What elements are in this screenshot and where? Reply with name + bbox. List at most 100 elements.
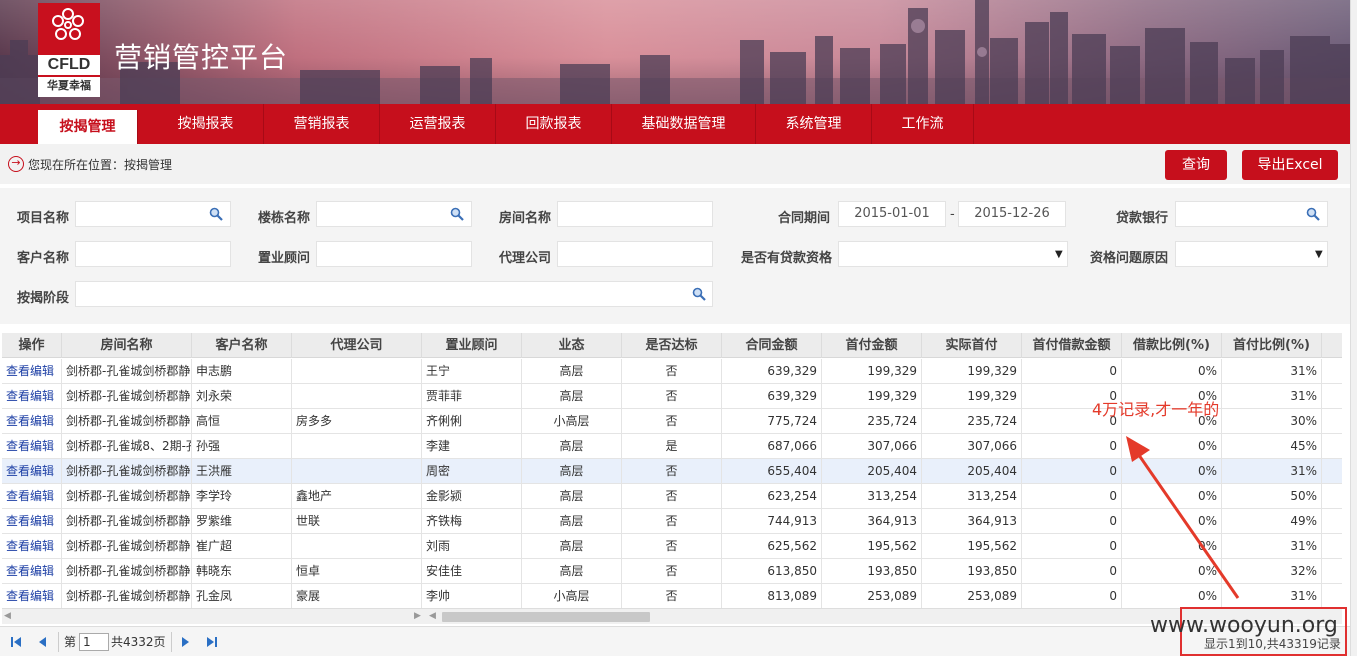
nav-item-workflow[interactable]: 工作流: [872, 104, 974, 144]
loan-qualified-select[interactable]: [838, 241, 1068, 267]
agency-field[interactable]: [557, 241, 713, 267]
search-icon[interactable]: [450, 207, 464, 221]
edit-link[interactable]: 编辑: [30, 439, 54, 453]
nav-item-mortgage-report[interactable]: 按揭报表: [148, 104, 264, 144]
annotation-text: 4万记录,才一年的: [1092, 400, 1220, 419]
column-header[interactable]: 房间名称: [62, 333, 192, 358]
view-link[interactable]: 查看: [6, 514, 30, 528]
table-cell: 高层: [522, 434, 622, 459]
search-icon[interactable]: [209, 207, 223, 221]
scrollbar-thumb[interactable]: [442, 612, 650, 622]
column-header[interactable]: 合同金额: [722, 333, 822, 358]
view-link[interactable]: 查看: [6, 489, 30, 503]
column-header[interactable]: 代理公司: [292, 333, 422, 358]
logo-text-en: CFLD: [38, 55, 100, 75]
consultant-field[interactable]: [316, 241, 472, 267]
project-name-field[interactable]: [75, 201, 231, 227]
edit-link[interactable]: 编辑: [30, 389, 54, 403]
column-header[interactable]: 首付借款金额: [1022, 333, 1122, 358]
next-page-icon[interactable]: [180, 636, 192, 648]
scroll-left-arrow-icon[interactable]: ◀: [429, 611, 436, 621]
column-header[interactable]: 首付金额: [822, 333, 922, 358]
table-cell: 高层: [522, 384, 622, 409]
table-cell: 剑桥郡-孔雀城剑桥郡静: [62, 559, 192, 584]
table-cell: 贾菲菲: [422, 384, 522, 409]
view-link[interactable]: 查看: [6, 364, 30, 378]
column-header[interactable]: 业态: [522, 333, 622, 358]
nav-item-basic-data[interactable]: 基础数据管理: [612, 104, 756, 144]
building-name-field[interactable]: [316, 201, 472, 227]
table-cell: 313,254: [822, 484, 922, 509]
table-cell: 195,562: [822, 534, 922, 559]
column-header[interactable]: 首付比例(%): [1222, 333, 1322, 358]
table-cell: 否: [622, 534, 722, 559]
mortgage-stage-field[interactable]: [75, 281, 713, 307]
column-header[interactable]: 实际首付: [922, 333, 1022, 358]
table-cell: 0: [1022, 534, 1122, 559]
edit-link[interactable]: 编辑: [30, 414, 54, 428]
contract-date-from-field[interactable]: 2015-01-01: [838, 201, 946, 227]
room-name-label: 房间名称: [499, 211, 552, 226]
table-cell: 31%: [1222, 359, 1322, 384]
customer-name-field[interactable]: [75, 241, 231, 267]
table-cell: 744,913: [722, 509, 822, 534]
qualification-reason-select[interactable]: [1175, 241, 1328, 267]
room-name-field[interactable]: [557, 201, 713, 227]
table-cell: 199,329: [822, 359, 922, 384]
table-cell: 0: [1022, 359, 1122, 384]
horizontal-scrollbar[interactable]: ◀ ▶ ◀: [2, 608, 1342, 624]
table-cell: 高层: [522, 359, 622, 384]
table-cell: 0: [1022, 509, 1122, 534]
nav-item-operations-report[interactable]: 运营报表: [380, 104, 496, 144]
scroll-right-arrow-icon[interactable]: ▶: [414, 611, 421, 621]
table-cell: [292, 434, 422, 459]
first-page-icon[interactable]: [10, 636, 22, 648]
edit-link[interactable]: 编辑: [30, 539, 54, 553]
edit-link[interactable]: 编辑: [30, 364, 54, 378]
table-cell: 0%: [1122, 359, 1222, 384]
column-header[interactable]: 操作: [2, 333, 62, 358]
table-cell: 205,404: [922, 459, 1022, 484]
view-link[interactable]: 查看: [6, 439, 30, 453]
table-cell: 623,254: [722, 484, 822, 509]
divider: [58, 632, 59, 652]
table-cell: 高层: [522, 484, 622, 509]
nav-item-collection-report[interactable]: 回款报表: [496, 104, 612, 144]
view-link[interactable]: 查看: [6, 389, 30, 403]
table-cell: 高层: [522, 459, 622, 484]
view-link[interactable]: 查看: [6, 539, 30, 553]
view-link[interactable]: 查看: [6, 589, 30, 603]
edit-link[interactable]: 编辑: [30, 464, 54, 478]
export-excel-button[interactable]: 导出Excel: [1242, 150, 1338, 180]
column-header[interactable]: 是否达标: [622, 333, 722, 358]
edit-link[interactable]: 编辑: [30, 564, 54, 578]
table-cell: 世联: [292, 509, 422, 534]
total-pages-text: 共4332页: [111, 635, 166, 649]
view-link[interactable]: 查看: [6, 464, 30, 478]
scroll-left-arrow-icon[interactable]: ◀: [4, 611, 11, 621]
cfld-logo: CFLD 华夏幸福: [38, 3, 100, 97]
nav-item-mortgage-mgmt[interactable]: 按揭管理: [38, 110, 138, 144]
page-number-input[interactable]: 1: [79, 633, 109, 651]
search-icon[interactable]: [692, 287, 706, 301]
view-link[interactable]: 查看: [6, 564, 30, 578]
last-page-icon[interactable]: [206, 636, 218, 648]
vertical-scrollbar[interactable]: [1350, 0, 1357, 656]
table-row[interactable]: 查看编辑 剑桥郡-孔雀城剑桥郡静 申志鹏 王宁 高层否 639,329 199,329 199…: [2, 359, 1342, 384]
table-cell: 否: [622, 359, 722, 384]
view-link[interactable]: 查看: [6, 414, 30, 428]
column-header[interactable]: 置业顾问: [422, 333, 522, 358]
column-header[interactable]: 客户名称: [192, 333, 292, 358]
edit-link[interactable]: 编辑: [30, 589, 54, 603]
search-icon[interactable]: [1306, 207, 1320, 221]
nav-item-sales-report[interactable]: 营销报表: [264, 104, 380, 144]
nav-item-system-mgmt[interactable]: 系统管理: [756, 104, 872, 144]
table-cell: 李帅: [422, 584, 522, 609]
table-cell: 253,089: [822, 584, 922, 609]
query-button[interactable]: 查询: [1165, 150, 1227, 180]
edit-link[interactable]: 编辑: [30, 489, 54, 503]
column-header[interactable]: 借款比例(%): [1122, 333, 1222, 358]
edit-link[interactable]: 编辑: [30, 514, 54, 528]
contract-date-to-field[interactable]: 2015-12-26: [958, 201, 1066, 227]
prev-page-icon[interactable]: [36, 636, 48, 648]
